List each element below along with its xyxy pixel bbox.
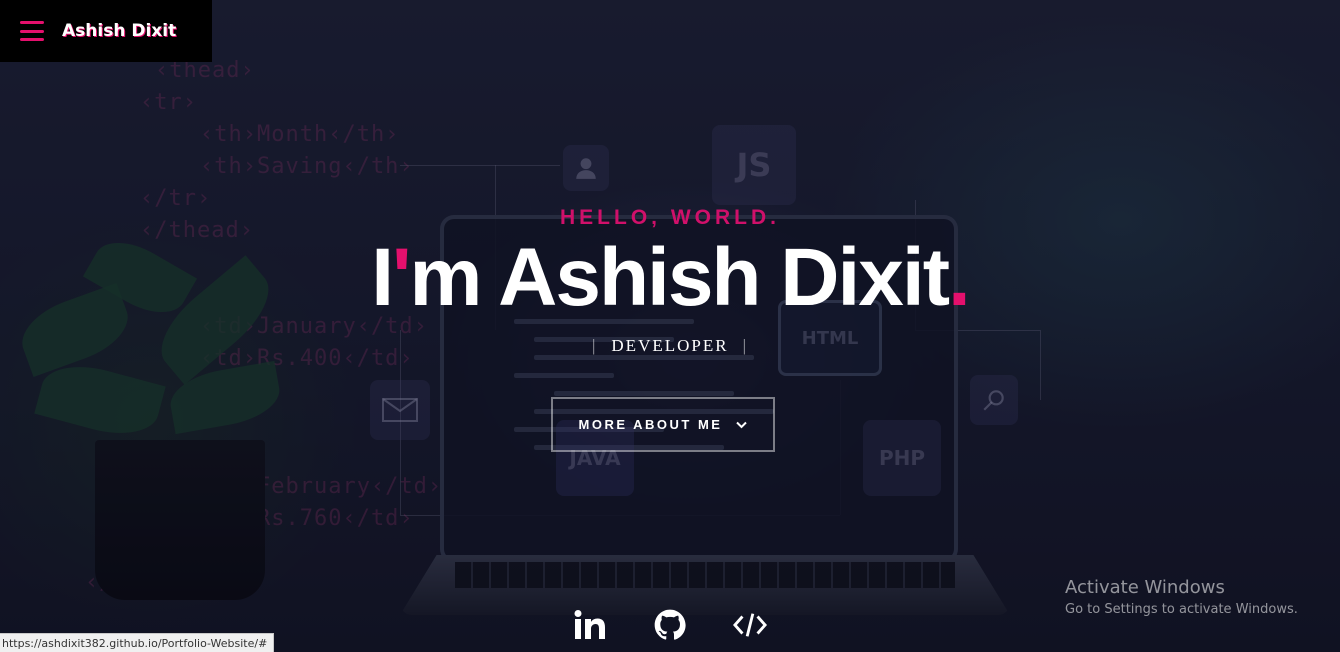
- name-apostrophe: ': [391, 232, 411, 323]
- windows-activation-title: Activate Windows: [1065, 577, 1225, 598]
- more-about-me-label: more about me: [578, 417, 723, 432]
- name-dot: .: [948, 232, 971, 323]
- name-rest: m Ashish Dixit: [409, 232, 950, 323]
- github-icon[interactable]: [653, 608, 687, 642]
- role-pipe-right: |: [742, 336, 748, 355]
- name-prefix: I: [371, 232, 394, 323]
- more-about-me-button[interactable]: more about me: [551, 397, 775, 452]
- hero-name: I'm Ashish Dixit.: [0, 228, 1340, 328]
- status-bar-url: https://ashdixit382.github.io/Portfolio-…: [0, 633, 275, 652]
- hamburger-menu-icon[interactable]: [20, 21, 44, 41]
- code-icon[interactable]: [733, 608, 767, 642]
- greeting-text: HELLO, WORLD.: [560, 206, 780, 229]
- brand-logo[interactable]: Ashish Dixit: [62, 21, 176, 41]
- menu-bar: [20, 38, 44, 41]
- role-pipe-left: |: [592, 336, 598, 355]
- role-text: DEVELOPER: [611, 336, 729, 355]
- menu-bar: [20, 29, 44, 33]
- windows-activation-subtitle: Go to Settings to activate Windows.: [1065, 602, 1298, 617]
- menu-bar: [20, 21, 44, 24]
- chevron-down-icon: [736, 418, 748, 432]
- navbar: Ashish Dixit: [0, 0, 212, 62]
- linkedin-icon[interactable]: [573, 608, 607, 642]
- role-line: | DEVELOPER |: [0, 336, 1340, 356]
